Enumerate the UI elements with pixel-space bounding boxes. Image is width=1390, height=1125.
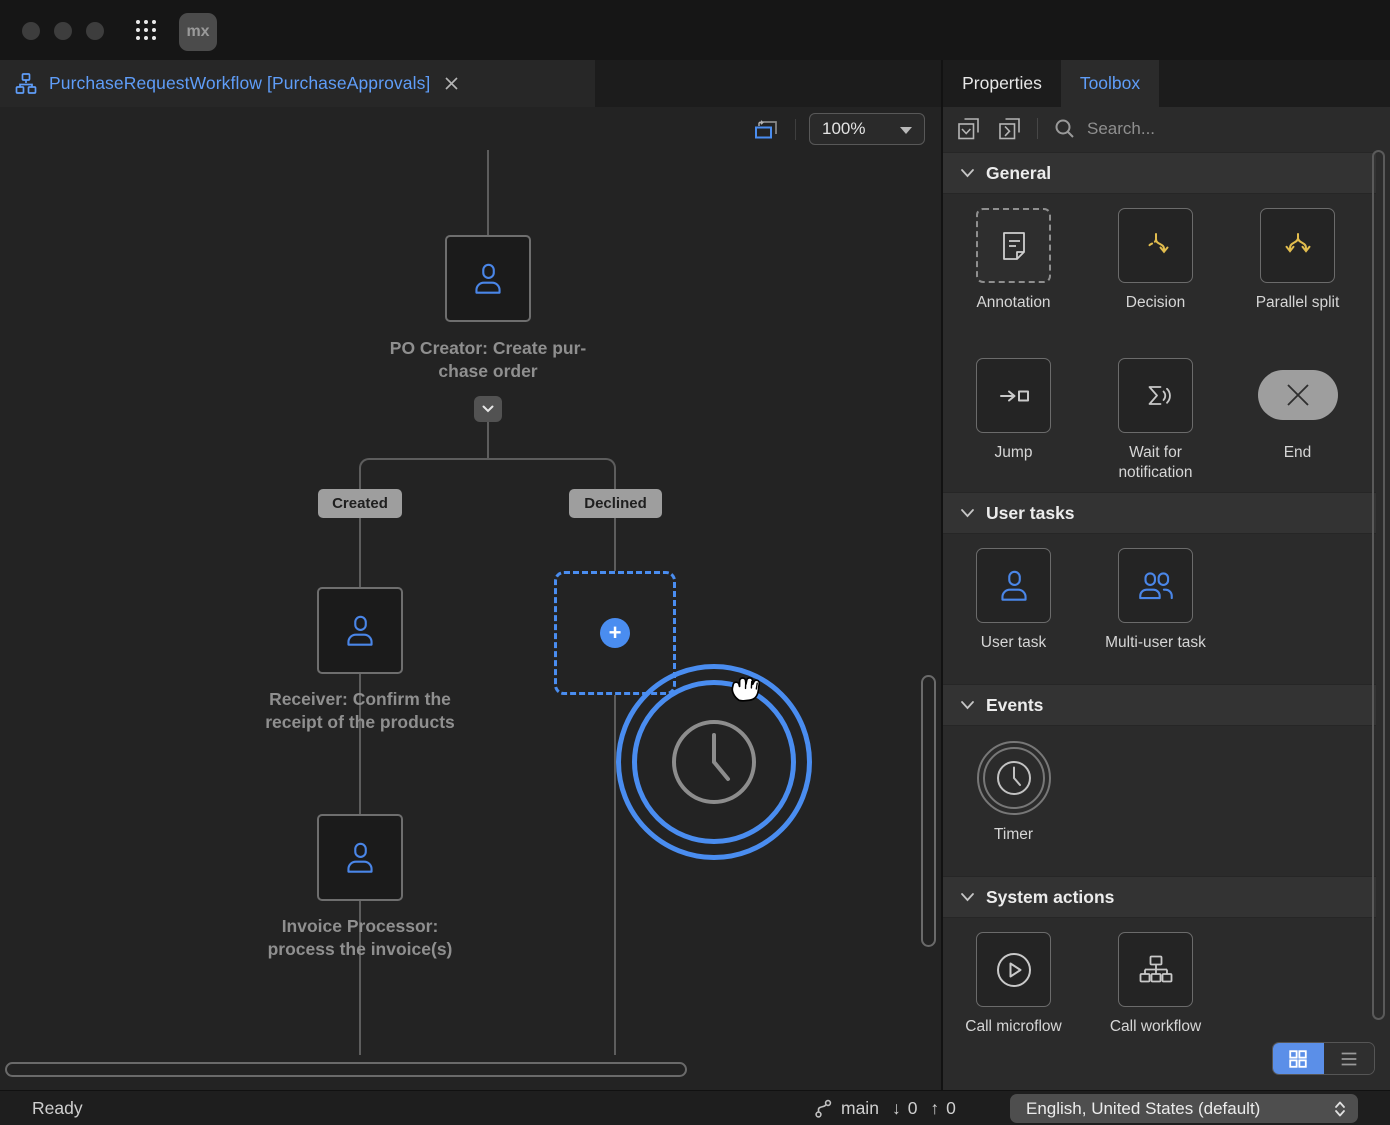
window-control-close[interactable] [22,22,40,40]
multi-user-task-icon [1135,565,1177,607]
document-tabbar: PurchaseRequestWorkflow [PurchaseApprova… [0,60,943,107]
mx-app-icon[interactable]: mx [179,13,217,51]
list-view-button[interactable] [1324,1043,1374,1074]
tab-toolbox[interactable]: Toolbox [1061,60,1159,107]
arrow-up-icon: ↑ [930,1098,939,1119]
tab-close-icon[interactable] [443,75,460,92]
chevron-down-icon [900,127,912,134]
toolbox-item-jump[interactable]: Jump [976,358,1051,483]
search-icon [1054,118,1075,139]
chevron-down-icon [960,892,975,902]
toolbox-item-parallel-split[interactable]: Parallel split [1260,208,1335,313]
toolbar-divider [1037,118,1038,139]
incoming-count: 0 [908,1098,918,1119]
tab-title: PurchaseRequestWorkflow [PurchaseApprova… [49,73,430,94]
annotation-icon [994,226,1034,266]
vertical-scrollbar[interactable] [921,675,936,947]
search-placeholder: Search... [1087,119,1155,139]
toolbox-item-call-workflow[interactable]: Call workflow [1118,932,1193,1037]
toolbox-item-call-microflow[interactable]: Call microflow [976,932,1051,1037]
application-window: mx PurchaseRequestWorkflow [PurchaseAppr… [0,0,1390,1125]
decision-icon [1136,226,1176,266]
canvas-toolbar: 100% [0,107,943,150]
select-updown-icon [1332,1099,1348,1119]
statusbar: Ready main ↓ 0 ↑ 0 English, United State… [0,1090,1390,1125]
fit-to-window-icon[interactable] [751,115,781,143]
chevron-down-icon [960,508,975,518]
toolbox-item-timer[interactable]: Timer [976,740,1051,845]
search-input[interactable]: Search... [1054,118,1155,139]
titlebar: mx [0,0,1390,60]
toolbox-item-decision[interactable]: Decision [1118,208,1193,313]
horizontal-scrollbar[interactable] [5,1062,687,1077]
app-launcher-grid-icon[interactable] [132,16,160,44]
toolbox-item-end[interactable]: End [1260,358,1335,483]
toolbox-item-user-task[interactable]: User task [976,548,1051,653]
window-control-zoom[interactable] [86,22,104,40]
connector-line [487,422,489,460]
tab-purchase-request-workflow[interactable]: PurchaseRequestWorkflow [PurchaseApprova… [0,60,595,107]
toolbar-divider [795,119,796,140]
language-selector[interactable]: English, United States (default) [1010,1094,1358,1123]
chevron-down-icon [960,168,975,178]
view-mode-toggle [1272,1042,1375,1075]
list-view-icon [1338,1048,1360,1070]
version-control-group[interactable]: main ↓ 0 ↑ 0 [813,1091,956,1125]
section-header-system-actions[interactable]: System actions [943,876,1376,918]
panel-scrollbar[interactable] [1372,150,1385,1020]
user-icon [467,258,509,300]
collapse-branch-button[interactable] [474,396,502,422]
node-label-po-creator: PO Creator: Create pur- chase order [338,337,638,383]
right-panel: Properties Toolbox [943,60,1390,1090]
toolbox-toolbar: Search... [943,107,1390,150]
connector-line [487,150,489,236]
timer-icon [976,740,1052,816]
node-po-creator[interactable] [445,235,531,322]
end-icon [1258,370,1338,420]
workflow-canvas[interactable]: PO Creator: Create pur- chase order Crea… [0,150,941,1090]
zoom-level-dropdown[interactable]: 100% [809,113,925,145]
git-branch-icon [813,1098,834,1120]
branch-label-created[interactable]: Created [318,489,402,518]
window-control-minimize[interactable] [54,22,72,40]
grid-view-icon [1287,1048,1309,1070]
section-header-user-tasks[interactable]: User tasks [943,492,1376,534]
chevron-down-icon [481,404,495,414]
call-microflow-icon [994,950,1034,990]
node-label-invoice-processor: Invoice Processor: process the invoice(s… [210,915,510,961]
plus-icon: + [600,618,630,648]
user-icon [339,610,381,652]
status-text: Ready [32,1091,83,1125]
wait-notification-icon [1136,376,1176,416]
expand-all-icon[interactable] [955,115,982,142]
panel-tabbar: Properties Toolbox [943,60,1390,107]
tab-properties[interactable]: Properties [943,60,1061,107]
toolbox-item-annotation[interactable]: Annotation [976,208,1051,313]
user-icon [339,837,381,879]
branch-label-declined[interactable]: Declined [569,489,662,518]
dragged-timer-event[interactable] [616,664,812,860]
chevron-down-icon [960,700,975,710]
call-workflow-icon [1136,950,1176,990]
arrow-down-icon: ↓ [892,1098,901,1119]
node-label-receiver: Receiver: Confirm the receipt of the pro… [210,688,510,734]
section-header-general[interactable]: General [943,152,1376,194]
language-value: English, United States (default) [1026,1099,1260,1119]
clock-icon [671,719,757,805]
grid-view-button[interactable] [1273,1043,1324,1074]
node-receiver[interactable] [317,587,403,674]
workflow-tab-icon [13,71,39,97]
toolbox-item-multi-user-task[interactable]: Multi-user task [1118,548,1193,653]
toolbox-item-wait-for-notification[interactable]: Wait for notification [1118,358,1193,483]
outgoing-count: 0 [946,1098,956,1119]
user-task-icon [993,565,1035,607]
section-header-events[interactable]: Events [943,684,1376,726]
branch-name: main [841,1098,879,1119]
grabbing-hand-cursor-icon [725,665,775,717]
collapse-all-icon[interactable] [996,115,1023,142]
parallel-split-icon [1278,226,1318,266]
jump-icon [994,376,1034,416]
zoom-level-value: 100% [822,119,865,139]
node-invoice-processor[interactable] [317,814,403,901]
